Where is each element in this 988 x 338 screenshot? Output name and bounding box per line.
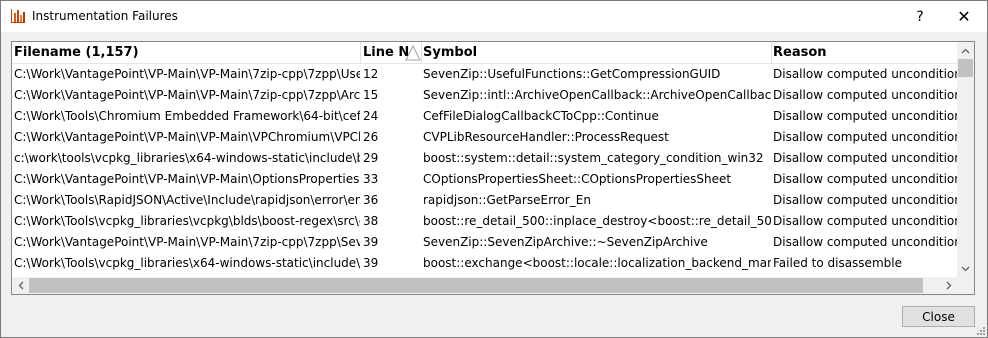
horizontal-scroll-thumb[interactable] — [29, 278, 923, 293]
column-header-label: Line N — [363, 45, 410, 60]
bar-chart-icon — [10, 8, 26, 24]
symbol-cell: CVPLibResourceHandler::ProcessRequest — [423, 130, 669, 144]
line-number-cell: 33 — [363, 172, 379, 186]
table-row[interactable]: C:\Work\VantagePoint\VP-Main\VP-Main\VPC… — [12, 127, 957, 148]
symbol-cell: SevenZip::UsefulFunctions::GetCompressio… — [423, 67, 721, 81]
line-number-cell: 29 — [363, 151, 379, 165]
filename-cell: C:\Work\VantagePoint\VP-Main\VP-Main\7zi… — [14, 88, 360, 102]
line-number-cell: 39 — [363, 256, 379, 270]
window-close-button[interactable]: ✕ — [941, 1, 987, 32]
symbol-cell: rapidjson::GetParseError_En — [423, 193, 591, 207]
line-number-cell: 24 — [363, 109, 379, 123]
column-header-label: Filename (1,157) — [14, 45, 139, 60]
chevron-left-icon[interactable] — [12, 277, 29, 294]
symbol-cell: SevenZip::intl::ArchiveOpenCallback::Arc… — [423, 88, 771, 102]
symbol-cell: COptionsPropertiesSheet::COptionsPropert… — [423, 172, 732, 186]
symbol-cell: boost::exchange<boost::locale::localizat… — [423, 256, 771, 270]
table-row[interactable]: C:\Work\VantagePoint\VP-Main\VP-Main\7zi… — [12, 232, 957, 253]
reason-cell: Disallow computed unconditional ... — [773, 235, 957, 249]
vertical-scrollbar[interactable] — [957, 42, 974, 277]
table-row[interactable]: C:\Work\VantagePoint\VP-Main\VP-Main\7zi… — [12, 85, 957, 106]
horizontal-scrollbar[interactable] — [12, 277, 957, 294]
reason-cell: Failed to disassemble — [773, 256, 902, 270]
filename-cell: C:\Work\VantagePoint\VP-Main\VP-Main\7zi… — [14, 67, 360, 81]
table-row[interactable]: C:\Work\VantagePoint\VP-Main\VP-Main\7zi… — [12, 64, 957, 85]
scrollbar-corner — [957, 277, 974, 294]
filename-cell: C:\Work\VantagePoint\VP-Main\VP-Main\Opt… — [14, 172, 360, 186]
line-number-cell: 38 — [363, 214, 379, 228]
symbol-cell: CefFileDialogCallbackCToCpp::Continue — [423, 109, 659, 123]
reason-cell: Disallow computed unconditional ... — [773, 193, 957, 207]
column-header-reason[interactable]: Reason — [771, 42, 957, 63]
symbol-cell: boost::re_detail_500::inplace_destroy<bo… — [423, 214, 771, 228]
table-row[interactable]: C:\Work\Tools\vcpkg_libraries\vcpkg\blds… — [12, 211, 957, 232]
line-number-cell: 26 — [363, 130, 379, 144]
sort-ascending-icon — [405, 45, 421, 61]
symbol-cell: boost::system::detail::system_category_c… — [423, 151, 764, 165]
instrumentation-failures-dialog: Instrumentation Failures ? ✕ Filename (1… — [0, 0, 988, 338]
filename-cell: C:\Work\VantagePoint\VP-Main\VP-Main\VPC… — [14, 130, 360, 144]
table-row[interactable]: C:\Work\Tools\Chromium Embedded Framewor… — [12, 106, 957, 127]
failures-list[interactable]: Filename (1,157) Line N Symbol Reason C:… — [11, 41, 975, 295]
title-bar[interactable]: Instrumentation Failures ? ✕ — [1, 1, 987, 32]
table-row[interactable]: C:\Work\Tools\vcpkg_libraries\x64-window… — [12, 253, 957, 274]
reason-cell: Disallow computed unconditional ... — [773, 109, 957, 123]
line-number-cell: 12 — [363, 67, 379, 81]
line-number-cell: 15 — [363, 88, 379, 102]
column-header-label: Symbol — [423, 45, 478, 60]
table-row[interactable]: C:\Work\VantagePoint\VP-Main\VP-Main\Opt… — [12, 169, 957, 190]
list-rows: C:\Work\VantagePoint\VP-Main\VP-Main\7zi… — [12, 64, 957, 274]
filename-cell: C:\Work\Tools\Chromium Embedded Framewor… — [14, 109, 360, 123]
chevron-down-icon[interactable] — [957, 260, 974, 277]
reason-cell: Disallow computed unconditional ... — [773, 130, 957, 144]
list-header: Filename (1,157) Line N Symbol Reason — [12, 42, 957, 64]
close-icon: ✕ — [957, 7, 971, 26]
table-row[interactable]: C:\Work\Tools\RapidJSON\Active\Include\r… — [12, 190, 957, 211]
filename-cell: C:\Work\VantagePoint\VP-Main\VP-Main\7zi… — [14, 235, 360, 249]
window-title: Instrumentation Failures — [32, 9, 178, 23]
chevron-up-icon[interactable] — [957, 42, 974, 59]
vertical-scroll-thumb[interactable] — [958, 59, 973, 77]
symbol-cell: SevenZip::SevenZipArchive::~SevenZipArch… — [423, 235, 708, 249]
line-number-cell: 36 — [363, 193, 379, 207]
help-icon: ? — [916, 8, 924, 25]
help-button[interactable]: ? — [897, 1, 943, 32]
reason-cell: Disallow computed unconditional ... — [773, 214, 957, 228]
filename-cell: C:\Work\Tools\vcpkg_libraries\x64-window… — [14, 256, 360, 270]
reason-cell: Disallow computed unconditional ... — [773, 67, 957, 81]
chevron-right-icon[interactable] — [940, 277, 957, 294]
filename-cell: C:\Work\Tools\RapidJSON\Active\Include\r… — [14, 193, 360, 207]
table-row[interactable]: c:\work\tools\vcpkg_libraries\x64-window… — [12, 148, 957, 169]
close-button[interactable]: Close — [902, 306, 975, 327]
line-number-cell: 39 — [363, 235, 379, 249]
filename-cell: c:\work\tools\vcpkg_libraries\x64-window… — [14, 151, 360, 165]
filename-cell: C:\Work\Tools\vcpkg_libraries\vcpkg\blds… — [14, 214, 360, 228]
column-header-filename[interactable]: Filename (1,157) — [12, 42, 360, 63]
resize-grip-icon[interactable] — [976, 326, 986, 336]
reason-cell: Disallow computed unconditional ... — [773, 172, 957, 186]
reason-cell: Disallow computed unconditional ... — [773, 151, 957, 165]
reason-cell: Disallow computed unconditional ... — [773, 88, 957, 102]
column-header-symbol[interactable]: Symbol — [421, 42, 771, 63]
column-header-label: Reason — [773, 45, 827, 60]
